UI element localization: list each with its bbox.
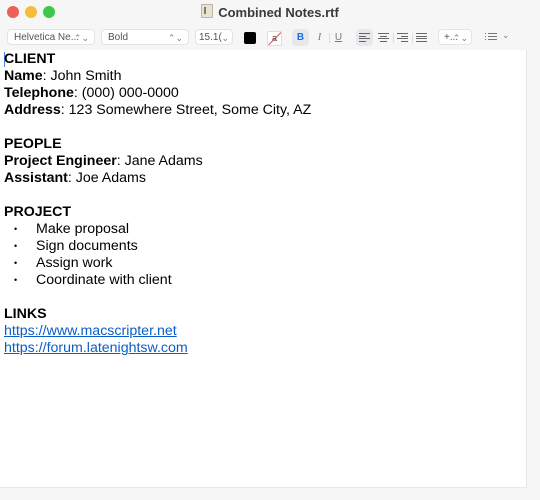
field-value: : 123 Somewhere Street, Some City, AZ: [60, 102, 312, 118]
link-line: https://forum.latenightsw.com: [4, 340, 311, 357]
underline-button[interactable]: U: [330, 29, 347, 46]
updown-chevron-icon: ⌃⌄: [73, 33, 89, 43]
italic-button[interactable]: I: [311, 29, 328, 46]
list-item-text: Sign documents: [36, 238, 138, 254]
align-center-icon: [378, 33, 389, 43]
document-content: CLIENT Name: John Smith Telephone: (000)…: [4, 51, 311, 357]
section-heading-client: CLIENT: [4, 51, 56, 67]
bullet-icon: •: [14, 224, 18, 234]
bullet-icon: •: [14, 241, 18, 251]
bullet-icon: •: [14, 275, 18, 285]
client-name-line: Name: John Smith: [4, 68, 311, 85]
list-item: • Make proposal: [4, 221, 311, 238]
window-title: Combined Notes.rtf: [0, 4, 540, 20]
link-line: https://www.macscripter.net: [4, 323, 311, 340]
align-center-button[interactable]: [375, 29, 392, 46]
section-heading-links: LINKS: [4, 306, 47, 322]
font-size-value: 15.1(: [199, 32, 222, 43]
window-title-text: Combined Notes.rtf: [218, 5, 339, 20]
font-style-popup[interactable]: Bold ⌃⌄: [101, 29, 189, 45]
field-value: : (000) 000-0000: [73, 85, 179, 101]
list-item-text: Coordinate with client: [36, 272, 172, 288]
justify-icon: [416, 33, 427, 43]
updown-chevron-icon: ⌃⌄: [452, 33, 468, 43]
client-telephone-line: Telephone: (000) 000-0000: [4, 85, 311, 102]
field-label: Assistant: [4, 170, 68, 186]
title-bar: Combined Notes.rtf: [0, 0, 540, 24]
textedit-window: Combined Notes.rtf Helvetica Ne... ⌃⌄ Bol…: [0, 0, 540, 500]
client-address-line: Address: 123 Somewhere Street, Some City…: [4, 102, 311, 119]
section-heading-project: PROJECT: [4, 204, 72, 220]
field-value: : John Smith: [42, 68, 122, 84]
link-latenightsw[interactable]: https://forum.latenightsw.com: [4, 340, 188, 356]
field-label: Name: [4, 68, 43, 84]
font-family-popup[interactable]: Helvetica Ne... ⌃⌄: [7, 29, 95, 45]
field-label: Telephone: [4, 85, 74, 101]
people-assistant-line: Assistant: Joe Adams: [4, 170, 311, 187]
font-size-combo[interactable]: 15.1(⌄: [195, 29, 233, 45]
font-family-value: Helvetica Ne...: [14, 32, 80, 43]
format-toolbar: Helvetica Ne... ⌃⌄ Bold ⌃⌄ 15.1(⌄ a B I U …: [0, 28, 540, 48]
list-bullets-icon[interactable]: [485, 33, 497, 42]
align-left-button[interactable]: [356, 29, 373, 46]
field-label: Project Engineer: [4, 153, 117, 169]
align-right-button[interactable]: [394, 29, 411, 46]
list-item: • Coordinate with client: [4, 272, 311, 289]
field-value: : Jane Adams: [116, 153, 203, 169]
justify-button[interactable]: [413, 29, 430, 46]
text-editor[interactable]: CLIENT Name: John Smith Telephone: (000)…: [0, 50, 527, 488]
font-style-value: Bold: [108, 32, 129, 43]
align-right-icon: [397, 33, 408, 43]
field-label: Address: [4, 102, 61, 118]
chevron-down-icon[interactable]: ⌄: [502, 30, 510, 41]
bold-button[interactable]: B: [292, 29, 309, 46]
bullet-icon: •: [14, 258, 18, 268]
bg-color-glyph: a: [271, 33, 277, 43]
list-item: • Assign work: [4, 255, 311, 272]
rtf-document-icon: [201, 4, 214, 18]
list-item: • Sign documents: [4, 238, 311, 255]
chevron-down-icon: ⌄: [221, 33, 229, 43]
align-left-icon: [359, 33, 370, 43]
section-heading-people: PEOPLE: [4, 136, 62, 152]
updown-chevron-icon: ⌃⌄: [167, 33, 183, 43]
link-macscripter[interactable]: https://www.macscripter.net: [4, 323, 177, 339]
text-color-well[interactable]: [244, 32, 256, 44]
list-item-text: Assign work: [36, 255, 113, 271]
field-value: : Joe Adams: [67, 170, 146, 186]
background-color-well[interactable]: a: [267, 31, 282, 46]
line-spacing-popup[interactable]: +... ⌃⌄: [438, 29, 472, 45]
people-engineer-line: Project Engineer: Jane Adams: [4, 153, 311, 170]
list-item-text: Make proposal: [36, 221, 130, 237]
